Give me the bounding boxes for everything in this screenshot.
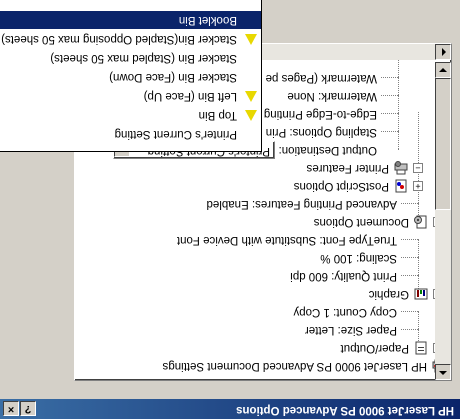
- help-button[interactable]: ?: [20, 401, 36, 416]
- tree-item-edge-to-edge-printing[interactable]: Edge-to-Edge Printing: [264, 105, 377, 123]
- scroll-left-button[interactable]: [435, 44, 451, 60]
- tree-line: [401, 203, 419, 204]
- tree-node-document-options-label: Document Options: [313, 216, 409, 228]
- close-button[interactable]: ×: [3, 401, 19, 416]
- expand-icon[interactable]: +: [413, 181, 423, 191]
- dropdown-option[interactable]: Stacker Bin (Stapled max 50 sheets): [0, 49, 261, 67]
- dropdown-option-label: Stacker Bin (Stapled max 50 sheets): [50, 52, 237, 64]
- warning-icon: [245, 110, 257, 121]
- tree-item-watermark[interactable]: Watermark: None: [287, 87, 377, 105]
- vertical-scrollbar[interactable]: [435, 62, 451, 380]
- tree-item-copy-count[interactable]: Copy Count: 1 Copy: [293, 303, 397, 321]
- output-destination-dropdown-list[interactable]: Printer's Current Setting Top Bin Left B…: [0, 0, 262, 152]
- tree-line: [401, 275, 419, 276]
- printer-features-icon: [394, 161, 408, 175]
- tree-item-output-destination[interactable]: Output Destination:: [279, 141, 377, 159]
- tree-node-paper-output-label: Paper/Output: [340, 342, 409, 354]
- scroll-thumb[interactable]: [435, 78, 451, 210]
- tree-item-stapling-options[interactable]: Stapling Options: Prin: [266, 123, 377, 141]
- dropdown-option[interactable]: Stacker Bin (Face Down): [0, 68, 261, 86]
- postscript-icon: [395, 179, 407, 193]
- close-icon: ×: [7, 403, 15, 415]
- dropdown-option-label: Stacker Bin(Stapled Opposing max 50 shee…: [1, 33, 237, 45]
- paper-icon: [415, 341, 427, 355]
- tree-item-label: Watermark (Pages pe: [265, 72, 377, 84]
- dialog-window: HP LaserJet 9000 PS Advanced Options ? ×: [0, 0, 460, 419]
- tree-node-root-label: HP LaserJet 9000 PS Advanced Document Se…: [162, 360, 427, 372]
- title-bar[interactable]: HP LaserJet 9000 PS Advanced Options ? ×: [0, 399, 460, 419]
- scroll-up-button[interactable]: [435, 364, 451, 380]
- dropdown-option[interactable]: Left Bin (Face Up): [0, 87, 261, 105]
- tree-item-watermark-pages[interactable]: Watermark (Pages pe: [266, 69, 377, 87]
- dropdown-option-label: Left Bin (Face Up): [143, 90, 237, 102]
- tree-line: [381, 131, 399, 132]
- tree-node-graphic-label: Graphic: [368, 288, 409, 300]
- dropdown-option[interactable]: Stacker Bin(Stapled Opposing max 50 shee…: [0, 30, 261, 48]
- dropdown-option-label: Top Bin: [198, 109, 237, 121]
- tree-item-label: Edge-to-Edge Printing: [263, 108, 377, 120]
- dropdown-option-label: Booklet Bin: [178, 14, 237, 26]
- tree-line: [381, 77, 399, 78]
- tree-item-advanced-printing-features[interactable]: Advanced Printing Features: Enabled: [206, 195, 397, 213]
- output-destination-label: Output Destination:: [278, 144, 377, 156]
- arrow-down-icon: [439, 68, 447, 72]
- graphic-icon: [414, 288, 428, 300]
- tree-line: [401, 311, 419, 312]
- tree-item-label: Stapling Options: Prin: [265, 126, 377, 138]
- tree-item-label: Print Quality: 600 dpi: [290, 270, 397, 282]
- tree-line: [401, 239, 419, 240]
- warning-icon: [245, 91, 257, 102]
- scroll-down-button[interactable]: [435, 62, 451, 78]
- dropdown-option[interactable]: Top Bin: [0, 106, 261, 124]
- dialog-body: HP LaserJet 9000 PS Advanced Document Se…: [0, 0, 460, 399]
- tree-line: [381, 113, 399, 114]
- tree-item-label: Advanced Printing Features: Enabled: [206, 198, 397, 210]
- arrow-left-icon: [442, 48, 446, 56]
- help-button-label: ?: [24, 403, 32, 415]
- window-title: HP LaserJet 9000 PS Advanced Options: [236, 404, 454, 416]
- tree-line: [398, 60, 399, 150]
- dropdown-option-selected[interactable]: Booklet Bin: [0, 11, 261, 29]
- tree-node-printer-features-label: Printer Features: [306, 162, 389, 174]
- arrow-up-icon: [439, 371, 447, 375]
- tree-item-truetype-font[interactable]: TrueType Font: Substitute with Device Fo…: [177, 231, 397, 249]
- tree-item-scaling[interactable]: Scaling: 100 %: [320, 249, 397, 267]
- dropdown-option-label: Stacker Bin (Face Down): [109, 71, 237, 83]
- tree-item-label: TrueType Font: Substitute with Device Fo…: [176, 234, 397, 246]
- tree-item-label: Scaling: 100 %: [320, 252, 397, 264]
- tree-item-paper-size[interactable]: Paper Size: Letter: [305, 321, 397, 339]
- tree-item-print-quality[interactable]: Print Quality: 600 dpi: [290, 267, 397, 285]
- document-options-icon: [414, 215, 427, 229]
- tree-item-label: Paper Size: Letter: [304, 324, 397, 336]
- collapse-icon[interactable]: −: [413, 163, 423, 173]
- tree-line: [401, 329, 419, 330]
- dropdown-option-label: Printer's Current Setting: [114, 128, 237, 140]
- tree-item-label: Copy Count: 1 Copy: [293, 306, 397, 318]
- tree-item-label: Watermark: None: [287, 90, 377, 102]
- tree-node-postscript-options-label: PostScript Options: [293, 180, 389, 192]
- dropdown-option[interactable]: Printer's Current Setting: [0, 125, 261, 143]
- tree-line: [381, 95, 399, 96]
- warning-icon: [245, 34, 257, 45]
- tree-line: [401, 257, 419, 258]
